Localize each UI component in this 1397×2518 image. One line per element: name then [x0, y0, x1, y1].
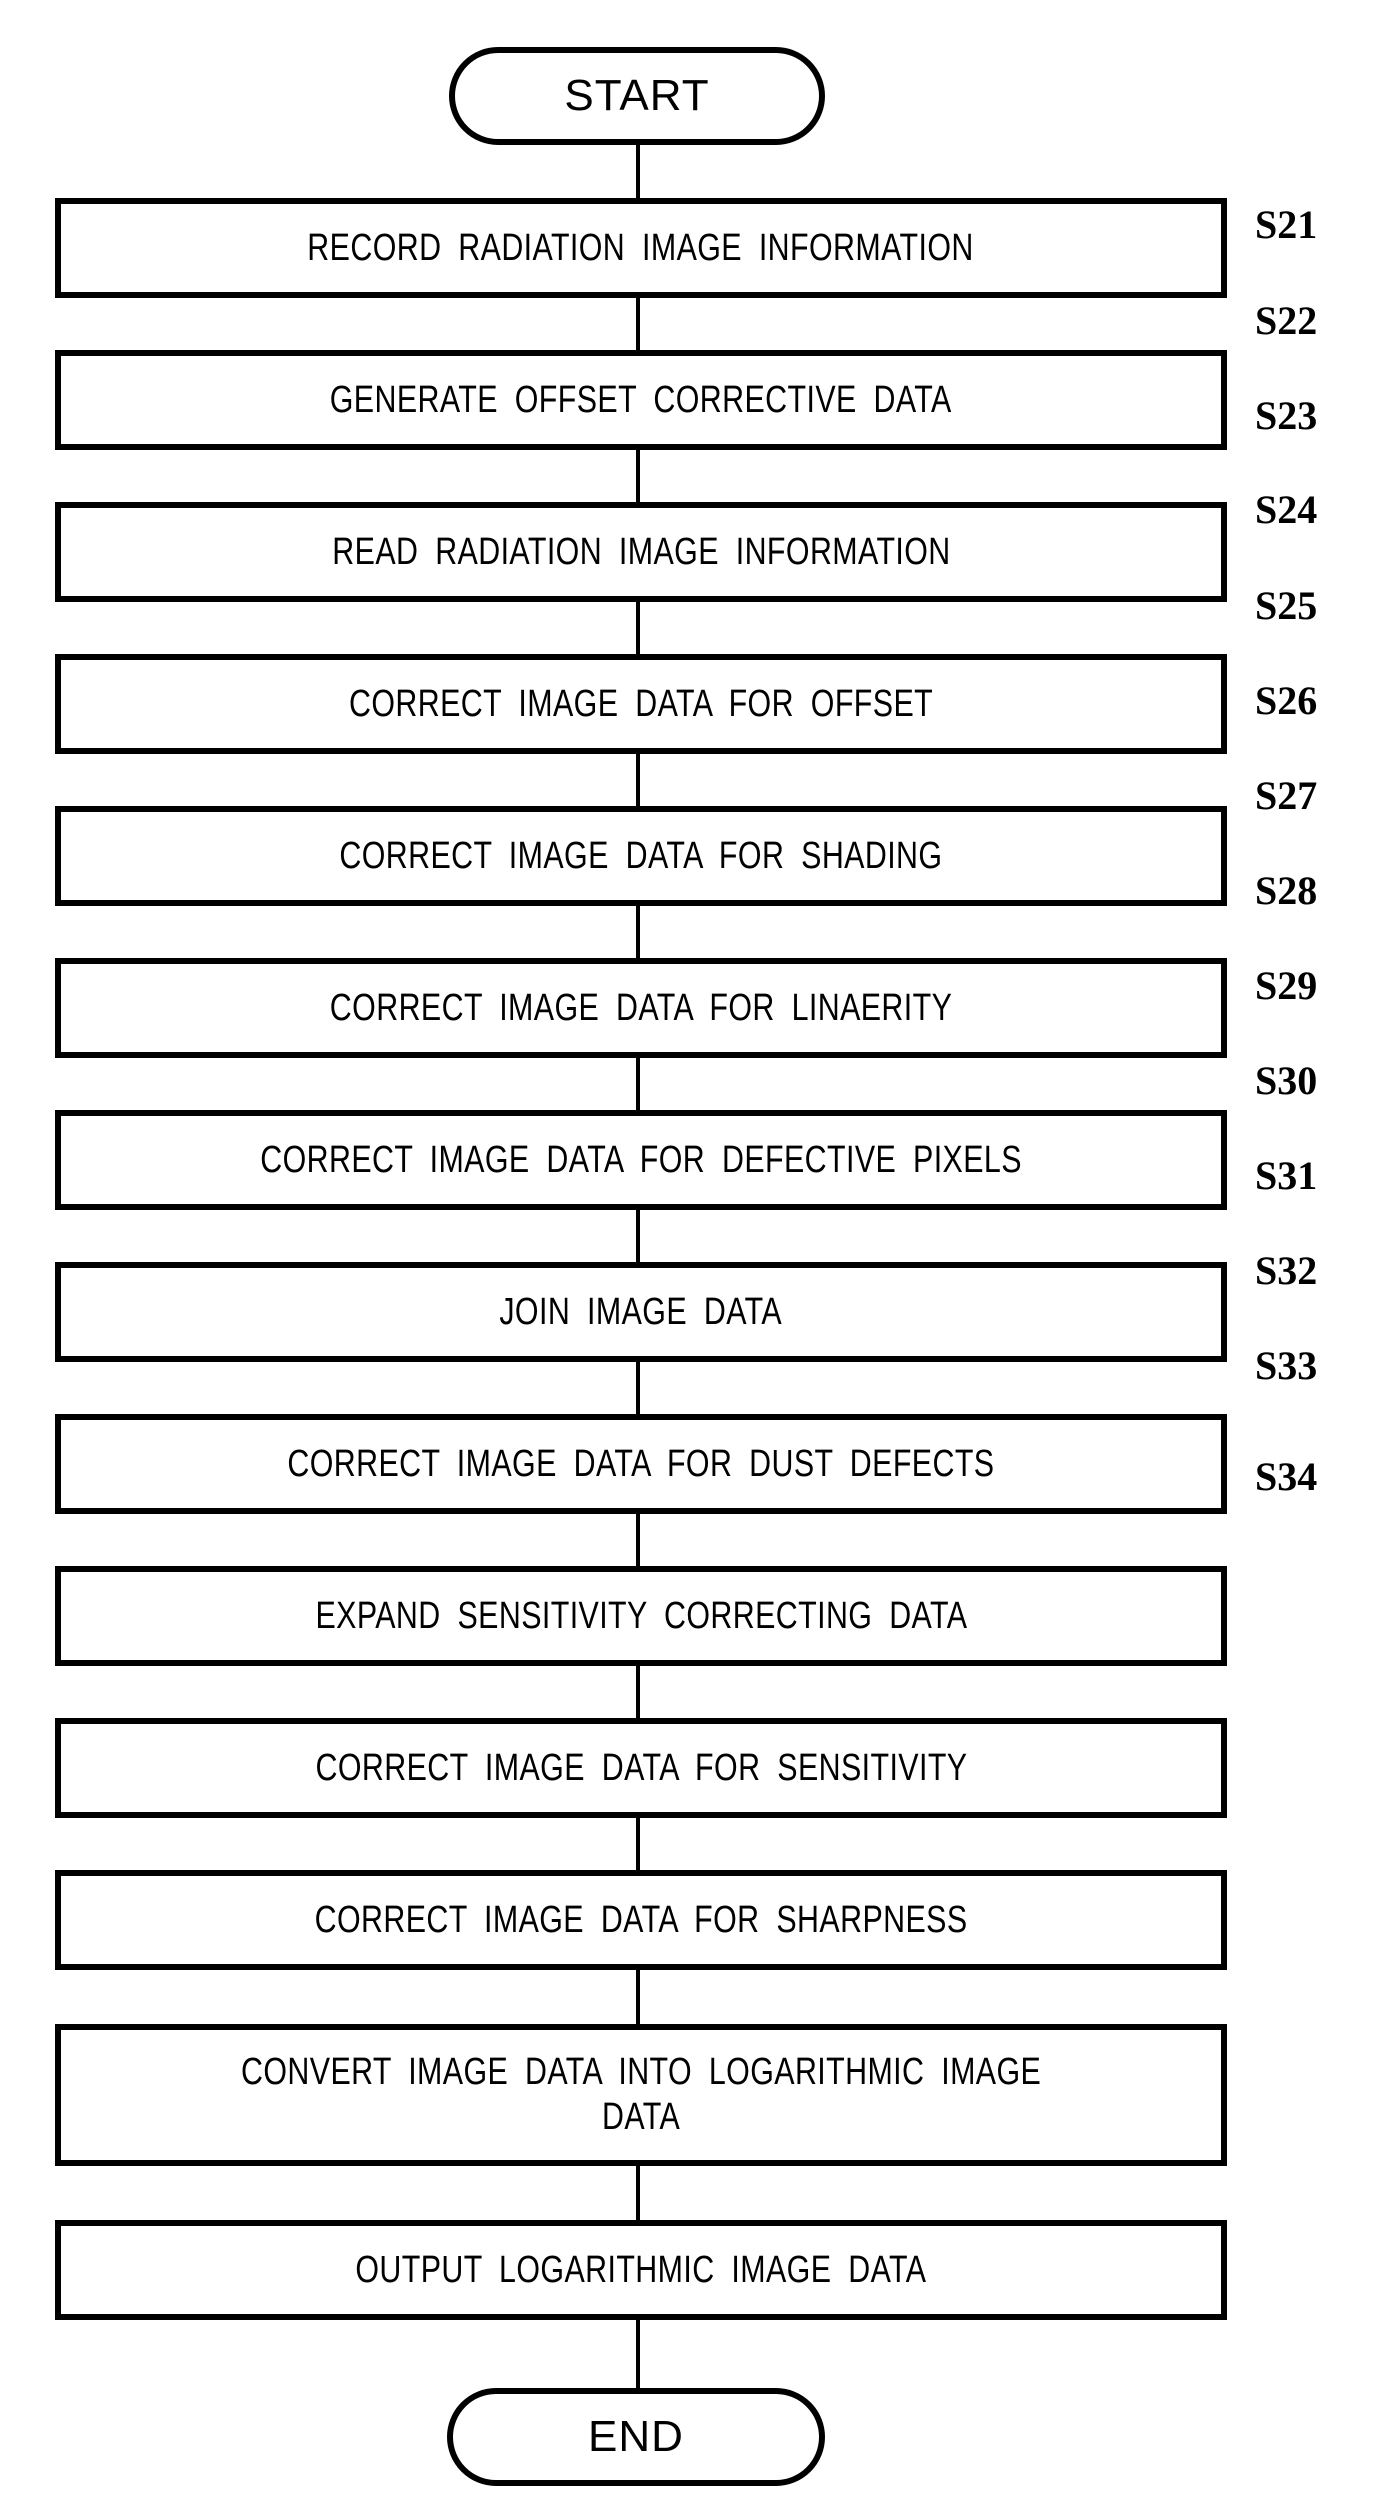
process-box-s29: CORRECT IMAGE DATA FOR DUST DEFECTS	[55, 1414, 1227, 1514]
process-box-s27: CORRECT IMAGE DATA FOR DEFECTIVE PIXELS	[55, 1110, 1227, 1210]
process-box-s26: CORRECT IMAGE DATA FOR LINAERITY	[55, 958, 1227, 1058]
step-ref-s25: S25	[1255, 583, 1318, 628]
step-ref-s24: S24	[1255, 487, 1318, 532]
process-box-s28: JOIN IMAGE DATA	[55, 1262, 1227, 1362]
connector-s32-s33	[636, 1968, 640, 2026]
process-label-s22: GENERATE OFFSET CORRECTIVE DATA	[330, 378, 952, 421]
process-label-s27: CORRECT IMAGE DATA FOR DEFECTIVE PIXELS	[260, 1138, 1022, 1181]
process-label-s23: READ RADIATION IMAGE INFORMATION	[331, 530, 951, 573]
process-box-s22: GENERATE OFFSET CORRECTIVE DATA	[55, 350, 1227, 450]
end-terminator-label: END	[588, 2412, 684, 2461]
connector-s22-s23	[636, 448, 640, 504]
connector-s31-s32	[636, 1816, 640, 1872]
step-ref-s26: S26	[1255, 678, 1318, 723]
connector-s28-s29	[636, 1360, 640, 1416]
process-box-s25: CORRECT IMAGE DATA FOR SHADING	[55, 806, 1227, 906]
step-ref-s31: S31	[1255, 1153, 1318, 1198]
step-ref-s28: S28	[1255, 868, 1318, 913]
process-label-s28: JOIN IMAGE DATA	[499, 1290, 783, 1333]
process-box-s31: CORRECT IMAGE DATA FOR SENSITIVITY	[55, 1718, 1227, 1818]
connector-s23-s24	[636, 600, 640, 656]
step-ref-s34: S34	[1255, 1454, 1318, 1499]
process-box-s30: EXPAND SENSITIVITY CORRECTING DATA	[55, 1566, 1227, 1666]
flowchart-canvas: START RECORD RADIATION IMAGE INFORMATION…	[0, 0, 1397, 2518]
process-label-s33: CONVERT IMAGE DATA INTO LOGARITHMIC IMAG…	[240, 2051, 1042, 2138]
process-box-s21: RECORD RADIATION IMAGE INFORMATION	[55, 198, 1227, 298]
step-ref-s29: S29	[1255, 963, 1318, 1008]
process-box-s24: CORRECT IMAGE DATA FOR OFFSET	[55, 654, 1227, 754]
connector-s21-s22	[636, 296, 640, 352]
connector-start-s21	[636, 143, 640, 200]
connector-s25-s26	[636, 904, 640, 960]
process-label-s30: EXPAND SENSITIVITY CORRECTING DATA	[315, 1594, 967, 1637]
process-label-s21: RECORD RADIATION IMAGE INFORMATION	[307, 226, 975, 269]
step-ref-s27: S27	[1255, 773, 1318, 818]
process-label-s31: CORRECT IMAGE DATA FOR SENSITIVITY	[314, 1746, 967, 1789]
step-ref-s30: S30	[1255, 1058, 1318, 1103]
connector-s34-end	[636, 2318, 640, 2390]
process-label-s32: CORRECT IMAGE DATA FOR SHARPNESS	[314, 1898, 968, 1941]
connector-s24-s25	[636, 752, 640, 808]
process-label-s26: CORRECT IMAGE DATA FOR LINAERITY	[329, 986, 953, 1029]
end-terminator: END	[447, 2388, 825, 2486]
connector-s26-s27	[636, 1056, 640, 1112]
process-box-s33: CONVERT IMAGE DATA INTO LOGARITHMIC IMAG…	[55, 2024, 1227, 2166]
process-label-s29: CORRECT IMAGE DATA FOR DUST DEFECTS	[287, 1442, 995, 1485]
process-box-s32: CORRECT IMAGE DATA FOR SHARPNESS	[55, 1870, 1227, 1970]
step-ref-s23: S23	[1255, 393, 1318, 438]
process-label-s25: CORRECT IMAGE DATA FOR SHADING	[339, 834, 943, 877]
connector-s30-s31	[636, 1664, 640, 1720]
connector-s29-s30	[636, 1512, 640, 1568]
start-terminator-label: START	[564, 71, 710, 120]
step-ref-s32: S32	[1255, 1248, 1318, 1293]
start-terminator: START	[449, 47, 825, 145]
process-label-s24: CORRECT IMAGE DATA FOR OFFSET	[348, 682, 934, 725]
step-ref-s22: S22	[1255, 298, 1318, 343]
step-ref-s33: S33	[1255, 1343, 1318, 1388]
process-label-s34: OUTPUT LOGARITHMIC IMAGE DATA	[355, 2248, 927, 2291]
connector-s27-s28	[636, 1208, 640, 1264]
step-ref-s21: S21	[1255, 202, 1318, 247]
process-box-s23: READ RADIATION IMAGE INFORMATION	[55, 502, 1227, 602]
connector-s33-s34	[636, 2164, 640, 2222]
process-box-s34: OUTPUT LOGARITHMIC IMAGE DATA	[55, 2220, 1227, 2320]
